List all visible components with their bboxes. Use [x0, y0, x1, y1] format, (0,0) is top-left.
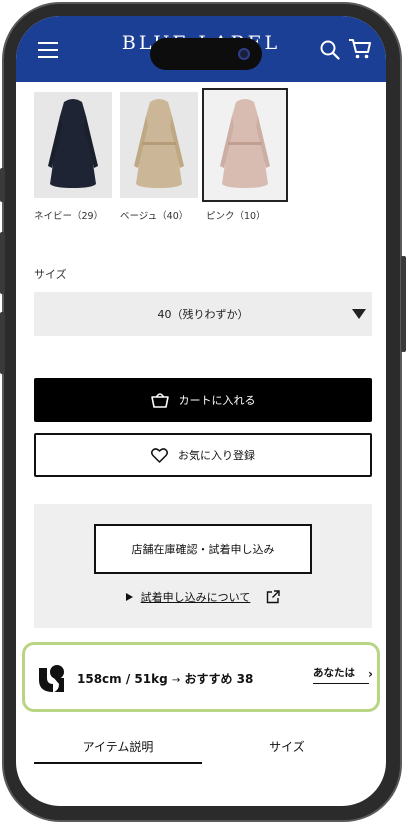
phone-volume-down — [0, 312, 5, 374]
tab-size[interactable]: サイズ — [202, 738, 372, 755]
trial-info-link[interactable]: 試着申し込みについて — [34, 589, 372, 605]
body-measurements: 158cm / 51kg — [77, 672, 168, 686]
site-header: BLUE LABEL — [16, 16, 386, 82]
swatch-label: ネイビー（29） — [34, 211, 104, 222]
active-tab-indicator — [34, 762, 202, 764]
screen: BLUE LABEL ネイビー（29） ベージュ（40） ピンク（10） サイズ — [16, 16, 386, 806]
tab-item-description[interactable]: アイテム説明 — [34, 738, 202, 755]
external-link-icon — [267, 590, 281, 604]
store-availability-panel: 店舗在庫確認・試着申し込み 試着申し込みについて — [34, 504, 372, 628]
fit-recommendation-text: 158cm / 51kg → おすすめ 38 — [77, 670, 253, 687]
size-label: サイズ — [34, 268, 67, 281]
add-to-cart-button[interactable]: カートに入れる — [34, 378, 372, 422]
shopping-cart-icon[interactable] — [348, 38, 372, 60]
dynamic-island — [150, 38, 262, 70]
store-stock-check-button[interactable]: 店舗在庫確認・試着申し込み — [94, 524, 312, 574]
swatch-pink[interactable]: ピンク（10） — [202, 88, 290, 222]
swatch-navy[interactable]: ネイビー（29） — [34, 92, 118, 222]
search-icon[interactable] — [320, 40, 340, 60]
coat-image-beige — [120, 92, 198, 198]
phone-volume-up — [0, 232, 5, 294]
trial-info-label: 試着申し込みについて — [140, 591, 251, 604]
caret-down-icon — [352, 309, 366, 319]
add-to-cart-label: カートに入れる — [178, 394, 256, 407]
size-selected-value: 40（残りわずか） — [157, 308, 249, 321]
size-recommendation-banner[interactable]: 158cm / 51kg → おすすめ 38 あなたは › — [22, 642, 380, 712]
fit-logo-icon — [39, 665, 64, 692]
swatch-label: ベージュ（40） — [120, 211, 189, 222]
phone-power-button — [401, 256, 406, 352]
camera-icon — [238, 48, 250, 60]
swatch-label: ピンク（10） — [206, 211, 266, 222]
shopping-bag-icon — [150, 393, 169, 408]
play-triangle-icon — [125, 593, 133, 601]
add-to-favorites-label: お気に入り登録 — [178, 449, 255, 462]
swatch-beige[interactable]: ベージュ（40） — [120, 92, 204, 222]
your-profile-label: あなたは — [313, 667, 355, 679]
size-select[interactable]: 40（残りわずか） — [34, 292, 372, 336]
chevron-right-icon: › — [368, 667, 373, 681]
add-to-favorites-button[interactable]: お気に入り登録 — [34, 433, 372, 477]
your-profile-link[interactable]: あなたは › — [313, 665, 373, 684]
recommended-size: おすすめ 38 — [184, 672, 254, 686]
arrow-right-icon: → — [171, 675, 181, 686]
coat-image-pink — [202, 88, 288, 202]
phone-side-button — [0, 168, 5, 202]
coat-image-navy — [34, 92, 112, 198]
heart-icon — [151, 447, 168, 463]
